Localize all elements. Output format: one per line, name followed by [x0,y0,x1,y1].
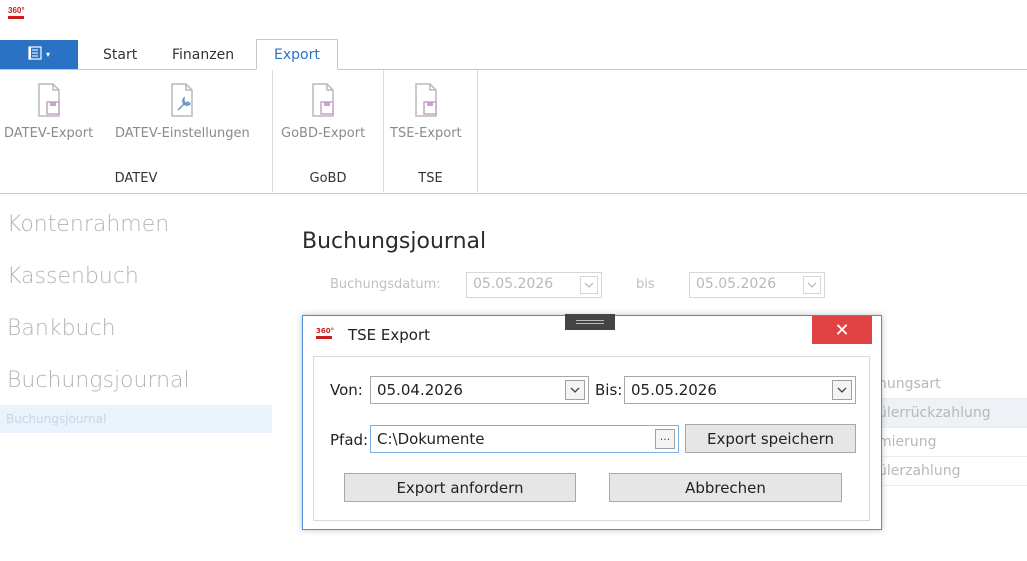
chevron-down-icon[interactable] [580,276,598,294]
page-title: Buchungsjournal [302,229,487,254]
document-export-icon [37,83,60,117]
gobd-export-label: GoBD-Export [281,126,366,141]
datev-settings-button[interactable]: DATEV-Einstellungen [115,80,250,141]
bis-date-select[interactable]: 05.05.2026 [624,376,856,404]
grid-column-header: hungsart [872,370,1027,399]
booking-date-to-label: bis [636,277,655,292]
document-export-icon [415,83,437,117]
dialog-title: TSE Export [348,326,431,344]
table-row[interactable]: mierung [872,428,1027,457]
tse-export-label: TSE-Export [390,126,462,141]
sidebar-subitem-buchungsjournal[interactable]: Buchungsjournal [0,405,272,433]
ribbon-group-label-datev: DATEV [114,171,158,186]
bis-date-value: 05.05.2026 [631,381,717,399]
sidebar-item-kassenbuch[interactable]: Kassenbuch [7,264,139,289]
close-button[interactable]: ✕ [812,316,872,344]
booking-date-label: Buchungsdatum: [330,277,441,292]
app-menu-button[interactable]: ▾ [0,40,78,69]
sidebar-item-bankbuch[interactable]: Bankbuch [7,316,116,341]
chevron-down-icon: ▾ [45,50,50,59]
von-date-value: 05.04.2026 [377,381,463,399]
chevron-down-icon[interactable] [565,380,585,400]
cancel-button[interactable]: Abbrechen [609,473,842,502]
von-date-select[interactable]: 05.04.2026 [370,376,589,404]
close-icon: ✕ [834,319,850,341]
path-input[interactable]: C:\Dokumente ··· [370,425,679,453]
ribbon-group-tse: TSE-Export TSE [384,70,478,192]
bis-label: Bis: [595,381,623,399]
tab-finanzen[interactable]: Finanzen [155,40,251,70]
ribbon-tab-bar: ▾ Start Finanzen Export [0,39,1027,70]
datev-export-label: DATEV-Export [4,126,94,141]
tse-export-dialog: 360° TSE Export ✕ Von: 05.04.2026 Bis: 0… [302,315,882,530]
booking-date-to[interactable]: 05.05.2026 [689,272,825,298]
datev-export-button[interactable]: DATEV-Export [4,80,93,141]
app-logo: 360° [316,328,336,342]
document-list-icon [28,46,42,63]
sidebar-item-kontenrahmen[interactable]: Kontenrahmen [7,212,169,237]
table-row[interactable]: ülerrückzahlung [872,399,1027,428]
booking-date-to-value: 05.05.2026 [696,276,777,292]
pfad-label: Pfad: [330,431,369,449]
ribbon-group-label-tse: TSE [418,171,443,186]
ribbon-group-label-gobd: GoBD [309,171,347,186]
app-logo: 360° [8,7,30,23]
path-value: C:\Dokumente [377,430,485,448]
booking-date-from[interactable]: 05.05.2026 [466,272,602,298]
table-row[interactable]: ülerzahlung [872,457,1027,486]
ribbon-group-gobd: GoBD-Export GoBD [273,70,384,192]
von-label: Von: [330,381,363,399]
gobd-export-button[interactable]: GoBD-Export [281,80,365,141]
drag-handle[interactable] [565,314,615,330]
tab-export[interactable]: Export [256,39,338,70]
document-export-icon [312,83,334,117]
tse-export-button[interactable]: TSE-Export [390,80,462,141]
export-save-button[interactable]: Export speichern [685,424,856,453]
datev-settings-label: DATEV-Einstellungen [115,126,250,141]
chevron-down-icon[interactable] [803,276,821,294]
browse-button[interactable]: ··· [655,429,675,449]
booking-date-from-value: 05.05.2026 [473,276,554,292]
chevron-down-icon[interactable] [832,380,852,400]
tab-start[interactable]: Start [86,40,154,70]
ribbon-panel: DATEV-Export DATEV-Einstellungen DATEV G… [0,70,1027,194]
ribbon-group-datev: DATEV-Export DATEV-Einstellungen DATEV [0,70,273,192]
export-request-button[interactable]: Export anfordern [344,473,576,502]
sidebar-item-buchungsjournal[interactable]: Buchungsjournal [7,368,190,393]
dialog-body: Von: 05.04.2026 Bis: 05.05.2026 Pfad: C:… [313,356,870,521]
journal-grid: hungsart ülerrückzahlung mierung ülerzah… [872,370,1027,486]
document-settings-icon [171,83,194,117]
